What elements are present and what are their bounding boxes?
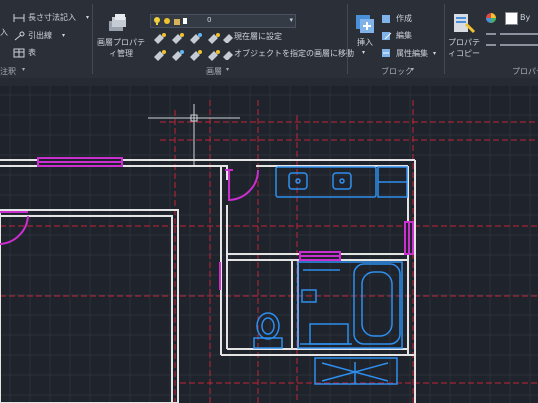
- linear-dim-icon: [13, 14, 25, 22]
- color-swatch[interactable]: [505, 12, 518, 25]
- lineweight-dropdown[interactable]: [500, 33, 538, 35]
- make-current-button[interactable]: 現在層に設定: [234, 32, 282, 42]
- edit-block-button[interactable]: 編集: [396, 31, 412, 41]
- properties-panel-label: プロパティ: [512, 67, 538, 76]
- edit-attributes-button[interactable]: 属性編集: [396, 49, 428, 59]
- layers-panel-expand-icon[interactable]: ▾: [226, 66, 229, 73]
- linear-dim-dropdown-icon[interactable]: ▾: [86, 13, 89, 23]
- leader-button[interactable]: 引出線: [28, 31, 52, 41]
- ribbon-bottom-strip: [0, 78, 538, 86]
- move-to-layer-icon: [223, 51, 233, 60]
- linetype-dropdown[interactable]: [500, 44, 538, 46]
- match-properties-icon: [454, 14, 476, 34]
- create-block-icon: [382, 15, 390, 23]
- color-wheel-icon[interactable]: [485, 12, 497, 24]
- bylayer-color-text[interactable]: By: [520, 13, 530, 23]
- layer-state-icons: [154, 17, 187, 25]
- table-button[interactable]: 表: [28, 48, 36, 58]
- match-properties-label: プロパティコピー: [448, 38, 480, 58]
- layers-panel-label: 画層: [206, 67, 222, 76]
- layer-properties-button[interactable]: 画層プロパティ管理: [94, 37, 148, 59]
- drawing-canvas[interactable]: [0, 86, 538, 403]
- insert-block-icon: [356, 15, 374, 33]
- edit-attributes-icon: [382, 49, 390, 57]
- lineweight-icon: [486, 33, 496, 35]
- insert-dropdown-icon[interactable]: ▾: [362, 48, 365, 58]
- match-properties-button[interactable]: プロパティコピー: [446, 37, 482, 59]
- edit-block-icon: [382, 32, 392, 40]
- layer-dropdown-arrow-icon: ▾: [289, 16, 293, 24]
- layer-properties-label: 画層プロパティ管理: [97, 38, 145, 58]
- layer-properties-icon: [109, 14, 126, 31]
- create-block-button[interactable]: 作成: [396, 14, 412, 24]
- annotate-panel-label: 注釈: [0, 67, 16, 76]
- table-icon: [13, 48, 25, 58]
- panel-divider: [92, 4, 93, 74]
- move-to-layer-button[interactable]: オブジェクトを指定の画層に移動: [234, 49, 354, 59]
- ribbon: 入 長さ寸法記入 ▾ 引出線 ▾ 表 注釈 ▾ 画層プロパティ管理 0 ▾ 現在…: [0, 0, 538, 79]
- make-current-icon: [223, 34, 233, 43]
- annotate-cut-text: 入: [0, 28, 8, 37]
- edit-attributes-dropdown-icon[interactable]: ▾: [433, 49, 436, 59]
- layer-tools-row2-icons[interactable]: [152, 48, 232, 62]
- panel-divider: [444, 4, 445, 74]
- layer-dropdown[interactable]: 0 ▾: [150, 14, 296, 28]
- layer-tools-row1-icons[interactable]: [152, 31, 232, 45]
- linetype-icon: [486, 44, 496, 46]
- panel-divider: [347, 4, 348, 74]
- block-panel-label: ブロック: [381, 67, 413, 76]
- leader-dropdown-icon[interactable]: ▾: [62, 31, 65, 41]
- red-axis-lines: [0, 100, 538, 403]
- leader-icon: [14, 31, 25, 41]
- block-panel-expand-icon[interactable]: ▾: [411, 66, 414, 73]
- linear-dim-button[interactable]: 長さ寸法記入: [28, 13, 76, 23]
- insert-button[interactable]: 挿入: [357, 38, 373, 48]
- annotate-panel-expand-icon[interactable]: ▾: [22, 66, 25, 73]
- current-layer-name: 0: [207, 16, 212, 24]
